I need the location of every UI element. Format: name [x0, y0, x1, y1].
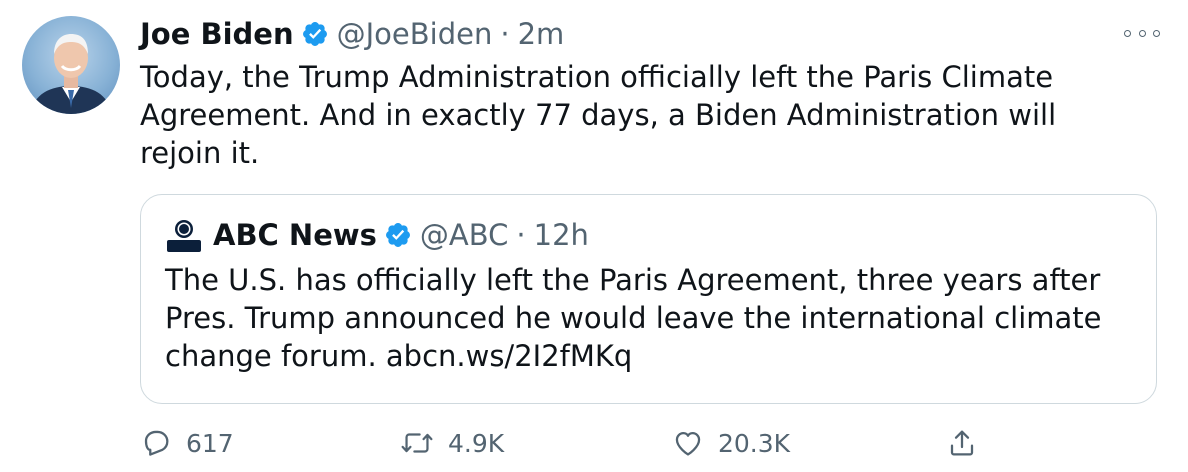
- like-button[interactable]: 20.3K: [672, 420, 790, 466]
- verified-badge-icon: [301, 20, 329, 48]
- author-avatar[interactable]: [22, 16, 120, 114]
- tweet-timestamp[interactable]: 2m: [518, 14, 565, 54]
- tweet-header: Joe Biden @JoeBiden · 2m: [140, 14, 564, 54]
- heart-icon: [675, 432, 701, 456]
- tweet-text: Today, the Trump Administration official…: [140, 60, 1057, 170]
- verified-badge-icon: [384, 221, 412, 249]
- quoted-author-handle[interactable]: @ABC: [420, 215, 508, 255]
- quoted-header-separator: ·: [516, 218, 526, 252]
- quoted-tweet-timestamp[interactable]: 12h: [534, 215, 589, 255]
- quoted-tweet-header: ABC News @ABC · 12h: [165, 215, 589, 255]
- reply-count: 617: [186, 428, 234, 458]
- retweet-icon: [401, 433, 433, 453]
- reply-icon: [144, 430, 169, 456]
- reply-button[interactable]: 617: [140, 420, 234, 466]
- share-button[interactable]: [946, 420, 992, 466]
- like-count: 20.3K: [718, 428, 791, 458]
- tweet-actions: 617 4.9K 20.3K: [140, 420, 1040, 466]
- author-name[interactable]: Joe Biden: [140, 14, 294, 54]
- quoted-author-name[interactable]: ABC News: [213, 215, 377, 255]
- quoted-tweet[interactable]: ABC News @ABC · 12h The U.S. has officia…: [140, 194, 1157, 404]
- retweet-count: 4.9K: [448, 428, 505, 458]
- quoted-tweet-text: The U.S. has officially left the Paris A…: [165, 263, 1102, 373]
- share-icon: [950, 430, 974, 456]
- more-options-icon[interactable]: [1124, 24, 1160, 42]
- retweet-button[interactable]: 4.9K: [400, 420, 504, 466]
- author-handle[interactable]: @JoeBiden: [337, 14, 493, 54]
- header-separator: ·: [500, 17, 510, 51]
- abc-news-logo[interactable]: [165, 216, 203, 254]
